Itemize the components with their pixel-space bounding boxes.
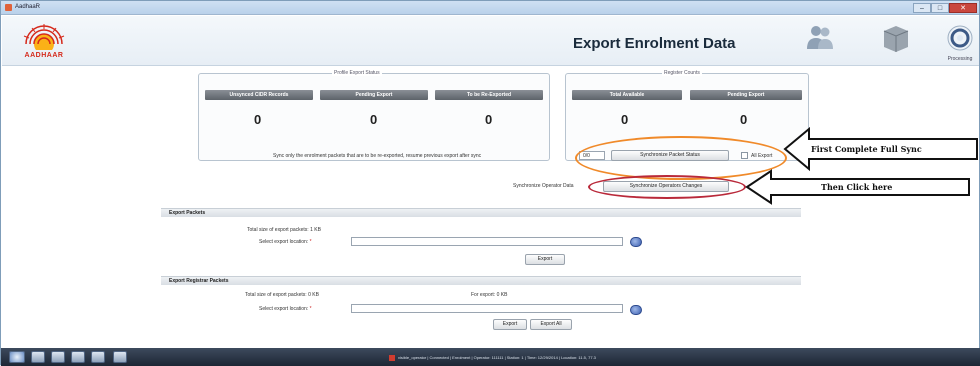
users-icon[interactable] bbox=[806, 23, 834, 51]
profile-export-status-group: Profile Export Status Unsynced CIDR Reco… bbox=[198, 70, 550, 161]
start-icon[interactable] bbox=[9, 351, 25, 363]
export-registrar-location-input[interactable] bbox=[351, 304, 623, 313]
export-registrar-section-label: Export Registrar Packets bbox=[169, 278, 229, 284]
close-button[interactable]: ✕ bbox=[949, 3, 977, 13]
total-available-value: 0 bbox=[621, 112, 629, 127]
app-icon bbox=[5, 4, 12, 11]
page-title: Export Enrolment Data bbox=[573, 35, 736, 52]
taskbar-app-icon-3[interactable] bbox=[71, 351, 85, 363]
processing-label: Processing bbox=[947, 56, 973, 62]
aadhaar-logo: AADHAAR bbox=[12, 20, 76, 64]
export-packets-section-label: Export Packets bbox=[169, 210, 206, 216]
logo-text: AADHAAR bbox=[24, 52, 64, 59]
export-packets-section: Export Packets bbox=[161, 208, 801, 217]
profile-export-status-title: Profile Export Status bbox=[332, 70, 382, 76]
maximize-button[interactable]: □ bbox=[931, 3, 949, 13]
first-sync-callout: First Complete Full Sync bbox=[811, 144, 922, 154]
register-pending-export-value: 0 bbox=[740, 112, 748, 127]
pending-export-header: Pending Export bbox=[320, 90, 428, 100]
re-export-header: To be Re-Exported bbox=[435, 90, 543, 100]
export-packets-browse-icon[interactable] bbox=[630, 237, 642, 247]
total-available-header: Total Available bbox=[572, 90, 682, 100]
box-icon[interactable] bbox=[880, 23, 912, 53]
red-highlight-ellipse bbox=[588, 175, 746, 199]
export-packets-total-size: Total size of export packets: 1 KB bbox=[247, 227, 321, 233]
export-registrar-location-label: Select export location: * bbox=[259, 306, 312, 312]
taskbar-app-icon-2[interactable] bbox=[51, 351, 65, 363]
export-registrar-export-button[interactable]: Export bbox=[493, 319, 527, 330]
aadhaar-sun-icon bbox=[23, 24, 65, 50]
sync-description: Sync only the enrolment packets that are… bbox=[273, 153, 482, 159]
app-window: AadhaaR – □ ✕ AADHAAR Export Enrolment D… bbox=[0, 0, 980, 366]
sync-operator-label: Synchronize Operator Data bbox=[513, 183, 574, 189]
unsynced-cidr-value: 0 bbox=[254, 112, 262, 127]
export-registrar-for-export: For export: 0 KB bbox=[471, 292, 508, 298]
processing-icon[interactable]: Processing bbox=[942, 23, 978, 63]
then-click-callout: Then Click here bbox=[821, 182, 893, 192]
export-registrar-section: Export Registrar Packets bbox=[161, 276, 801, 285]
export-registrar-browse-icon[interactable] bbox=[630, 305, 642, 315]
export-packets-location-input[interactable] bbox=[351, 237, 623, 246]
minimize-button[interactable]: – bbox=[913, 3, 931, 13]
export-packets-export-button[interactable]: Export bbox=[525, 254, 565, 265]
pending-export-value: 0 bbox=[370, 112, 378, 127]
taskbar-app-icon-4[interactable] bbox=[91, 351, 105, 363]
re-export-value: 0 bbox=[485, 112, 493, 127]
taskbar-app-icon-1[interactable] bbox=[31, 351, 45, 363]
status-icon bbox=[389, 354, 395, 361]
register-counts-title: Register Counts bbox=[662, 70, 702, 76]
export-registrar-total-size: Total size of export packets: 0 KB bbox=[245, 292, 319, 298]
app-header: AADHAAR Export Enrolment Data Processing bbox=[2, 16, 979, 66]
title-bar: AadhaaR – □ ✕ bbox=[1, 1, 979, 15]
taskbar-app-icon-5[interactable] bbox=[113, 351, 127, 363]
register-pending-export-header: Pending Export bbox=[690, 90, 802, 100]
status-bar: visible_operator | Connected | Enrolment… bbox=[389, 353, 979, 362]
export-registrar-export-all-button[interactable]: Export All bbox=[530, 319, 572, 330]
window-title: AadhaaR bbox=[15, 4, 41, 10]
export-packets-location-label: Select export location: * bbox=[259, 239, 312, 245]
unsynced-cidr-header: Unsynced CIDR Records bbox=[205, 90, 313, 100]
